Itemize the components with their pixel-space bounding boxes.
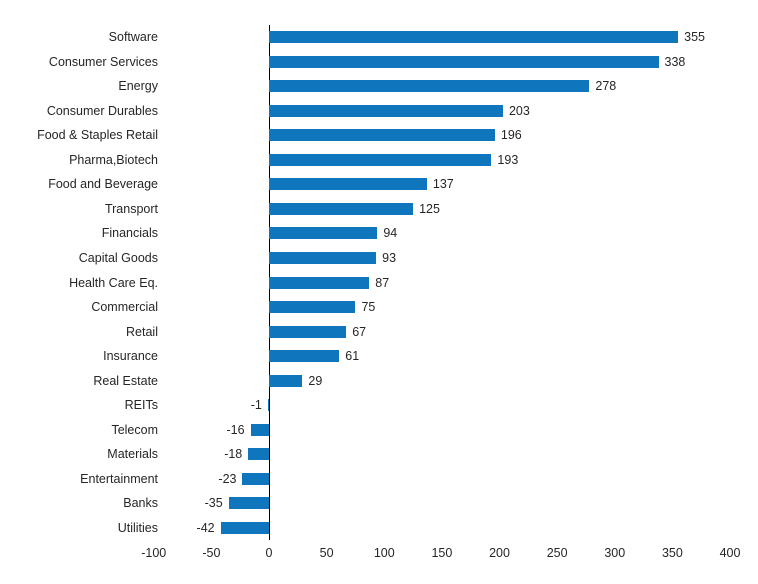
bar-value-label: 125 <box>419 201 440 216</box>
bar <box>269 104 503 117</box>
bar-value-label: -35 <box>204 496 223 511</box>
category-label: Software <box>108 30 158 45</box>
bar-value-label: 61 <box>345 349 360 364</box>
bar <box>269 153 492 166</box>
category-label: Health Care Eq. <box>69 275 158 290</box>
category-label: Food and Beverage <box>48 177 158 192</box>
category-label: Entertainment <box>80 471 158 486</box>
bar-value-label: 93 <box>382 250 397 265</box>
bar <box>269 227 378 240</box>
bar <box>269 374 303 387</box>
bar <box>269 31 679 44</box>
category-label: REITs <box>124 398 158 413</box>
bar-value-label: -16 <box>226 422 245 437</box>
category-label: Consumer Services <box>48 54 158 69</box>
bar-value-label: 94 <box>383 226 398 241</box>
x-axis-tick-label: 250 <box>546 546 568 560</box>
x-axis-tick-label: 100 <box>373 546 395 560</box>
bar <box>267 399 270 412</box>
bar-value-label: -23 <box>218 471 237 486</box>
category-label: Food & Staples Retail <box>37 128 158 143</box>
bar <box>250 423 269 436</box>
bar-value-label: 75 <box>361 300 376 315</box>
bar <box>269 251 377 264</box>
bar-value-label: 196 <box>500 128 522 143</box>
bar <box>269 80 590 93</box>
bar <box>269 55 659 68</box>
x-axis-tick-label: 400 <box>719 546 741 560</box>
category-label: Retail <box>126 324 158 339</box>
category-label: Insurance <box>103 349 158 364</box>
category-label: Real Estate <box>93 373 158 388</box>
bar <box>228 497 269 510</box>
bar <box>269 276 370 289</box>
category-label: Pharma,Biotech <box>69 152 158 167</box>
category-label: Materials <box>107 447 158 462</box>
bar-value-label: -18 <box>224 447 243 462</box>
bar-value-label: -1 <box>250 398 262 413</box>
bar <box>248 448 269 461</box>
bar <box>269 325 347 338</box>
category-label: Capital Goods <box>78 250 158 265</box>
bar <box>242 472 269 485</box>
bar-value-label: 355 <box>684 30 705 45</box>
category-label: Energy <box>118 79 158 94</box>
category-label: Utilities <box>117 520 158 535</box>
category-label: Telecom <box>111 422 158 437</box>
bar <box>269 178 427 191</box>
x-axis-tick-label: 300 <box>604 546 626 560</box>
category-label: Financials <box>101 226 158 241</box>
x-axis-tick-label: -100 <box>141 546 167 560</box>
x-axis-tick-label: 50 <box>319 546 334 560</box>
bar-value-label: 193 <box>497 152 519 167</box>
bar <box>269 129 495 142</box>
category-label: Banks <box>123 496 158 511</box>
x-axis-tick-label: 0 <box>265 546 273 560</box>
bar <box>269 350 340 363</box>
category-label: Transport <box>104 201 158 216</box>
category-label: Consumer Durables <box>46 103 158 118</box>
bar-value-label: 87 <box>375 275 390 290</box>
bar-chart: 355 338 278 203 196 193 137 125 94 93 87 75 67 61 29 -1… <box>0 0 758 584</box>
x-axis-tick-label: 200 <box>489 546 510 560</box>
x-axis-tick-label: 350 <box>661 546 683 560</box>
x-axis-tick-label: 150 <box>431 546 453 560</box>
bar-value-label: 278 <box>595 79 617 94</box>
bar <box>220 521 269 534</box>
category-label: Commercial <box>91 300 158 315</box>
bar <box>269 301 356 314</box>
bar-value-label: 203 <box>508 103 530 118</box>
bar-value-label: -42 <box>196 520 215 535</box>
x-axis-tick-label: -50 <box>202 546 221 560</box>
bar-value-label: 338 <box>664 54 686 69</box>
bar-value-label: 67 <box>352 324 367 339</box>
bar-value-label: 29 <box>308 373 323 388</box>
bar-value-label: 137 <box>432 177 454 192</box>
bar <box>269 202 414 215</box>
